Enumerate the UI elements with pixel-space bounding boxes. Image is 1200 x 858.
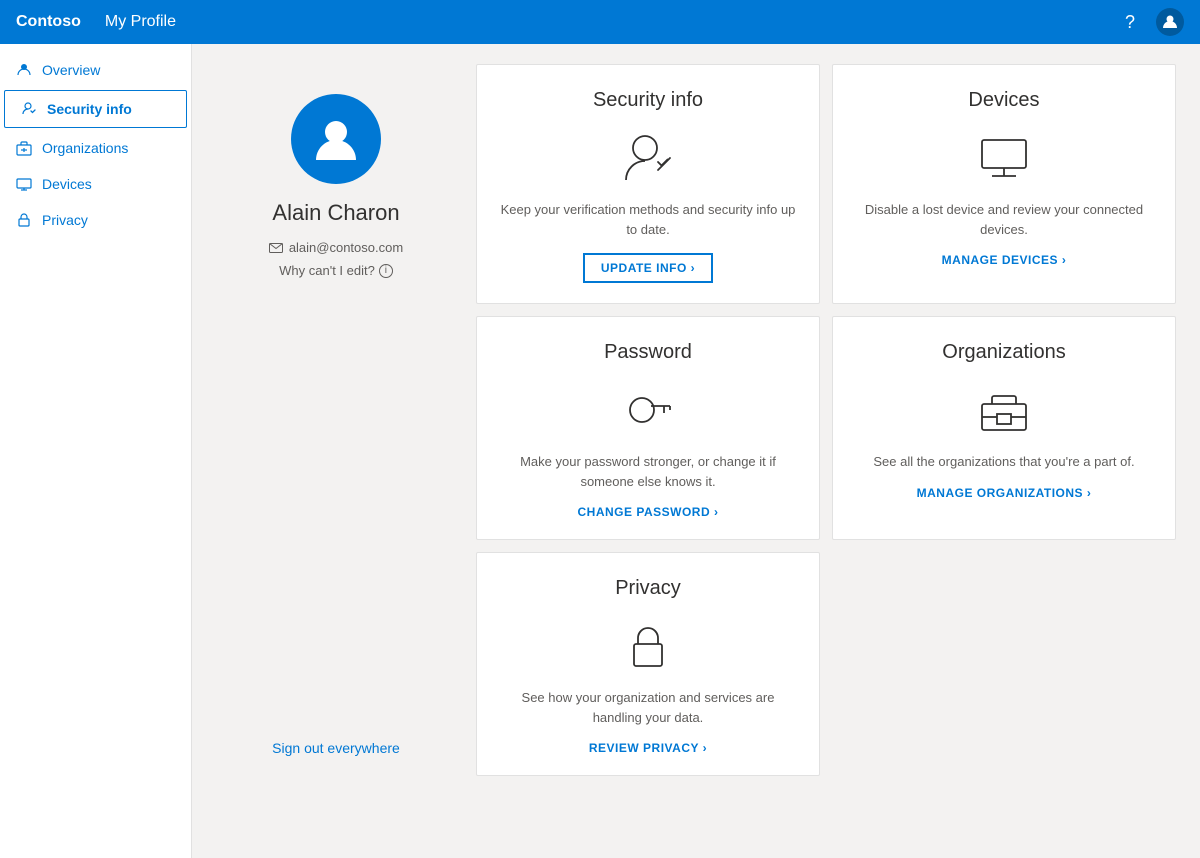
- profile-name: Alain Charon: [272, 200, 399, 226]
- main-layout: Overview Security info Or: [0, 44, 1200, 858]
- email-text: alain@contoso.com: [289, 240, 403, 255]
- overview-icon: [16, 62, 32, 78]
- sidebar-item-devices[interactable]: Devices: [0, 166, 191, 202]
- password-card-desc: Make your password stronger, or change i…: [497, 452, 799, 491]
- password-card: Password Make your password stronger, or…: [476, 316, 820, 540]
- sidebar-item-overview[interactable]: Overview: [0, 52, 191, 88]
- sidebar: Overview Security info Or: [0, 44, 192, 858]
- security-info-card-desc: Keep your verification methods and secur…: [497, 200, 799, 239]
- update-info-button[interactable]: UPDATE INFO ›: [583, 253, 713, 283]
- sidebar-item-security-info[interactable]: Security info: [4, 90, 187, 128]
- manage-devices-link[interactable]: MANAGE DEVICES ›: [942, 253, 1067, 267]
- organizations-card-desc: See all the organizations that you're a …: [873, 452, 1134, 472]
- manage-organizations-link[interactable]: MANAGE ORGANIZATIONS ›: [917, 486, 1092, 500]
- sidebar-item-organizations[interactable]: Organizations: [0, 130, 191, 166]
- devices-card-icon: [974, 128, 1034, 188]
- password-card-icon: [618, 380, 678, 440]
- brand-name: Contoso: [16, 13, 81, 31]
- sidebar-item-overview-label: Overview: [42, 62, 100, 78]
- privacy-icon: [16, 212, 32, 228]
- change-password-link[interactable]: CHANGE PASSWORD ›: [578, 505, 719, 519]
- organizations-card-title: Organizations: [942, 341, 1065, 364]
- page-title: My Profile: [105, 13, 176, 31]
- devices-card: Devices Disable a lost device and review…: [832, 64, 1176, 304]
- organizations-card: Organizations See all the organizations …: [832, 316, 1176, 540]
- review-privacy-link[interactable]: REVIEW PRIVACY ›: [589, 741, 707, 755]
- profile-email: alain@contoso.com: [269, 240, 403, 255]
- main-content: Alain Charon alain@contoso.com Why can't…: [192, 44, 1200, 858]
- password-card-title: Password: [604, 341, 692, 364]
- privacy-card-desc: See how your organization and services a…: [497, 688, 799, 727]
- topnav-right: ?: [1116, 8, 1184, 36]
- cards-area: Security info Keep your verification met…: [476, 64, 1176, 776]
- help-icon[interactable]: ?: [1116, 8, 1144, 36]
- privacy-card: Privacy See how your organization and se…: [476, 552, 820, 776]
- sidebar-item-devices-label: Devices: [42, 176, 92, 192]
- info-icon: i: [379, 264, 393, 278]
- user-avatar[interactable]: [1156, 8, 1184, 36]
- devices-icon: [16, 176, 32, 192]
- why-cant-edit[interactable]: Why can't I edit? i: [279, 263, 393, 278]
- organizations-card-icon: [974, 380, 1034, 440]
- sign-out-link[interactable]: Sign out everywhere: [272, 680, 400, 776]
- security-info-card-title: Security info: [593, 89, 703, 112]
- security-info-icon: [21, 101, 37, 117]
- devices-card-desc: Disable a lost device and review your co…: [853, 200, 1155, 239]
- profile-panel: Alain Charon alain@contoso.com Why can't…: [216, 64, 456, 776]
- cards-grid: Security info Keep your verification met…: [476, 64, 1176, 776]
- privacy-card-title: Privacy: [615, 577, 681, 600]
- devices-card-title: Devices: [968, 89, 1039, 112]
- profile-avatar: [291, 94, 381, 184]
- sidebar-item-privacy-label: Privacy: [42, 212, 88, 228]
- security-info-card-icon: [618, 128, 678, 188]
- organizations-icon: [16, 140, 32, 156]
- topnav-left: Contoso My Profile: [16, 13, 176, 31]
- sidebar-item-privacy[interactable]: Privacy: [0, 202, 191, 238]
- sidebar-item-security-label: Security info: [47, 101, 132, 117]
- security-info-card: Security info Keep your verification met…: [476, 64, 820, 304]
- sidebar-item-organizations-label: Organizations: [42, 140, 128, 156]
- top-navigation: Contoso My Profile ?: [0, 0, 1200, 44]
- privacy-card-icon: [618, 616, 678, 676]
- content-grid: Alain Charon alain@contoso.com Why can't…: [216, 64, 1176, 776]
